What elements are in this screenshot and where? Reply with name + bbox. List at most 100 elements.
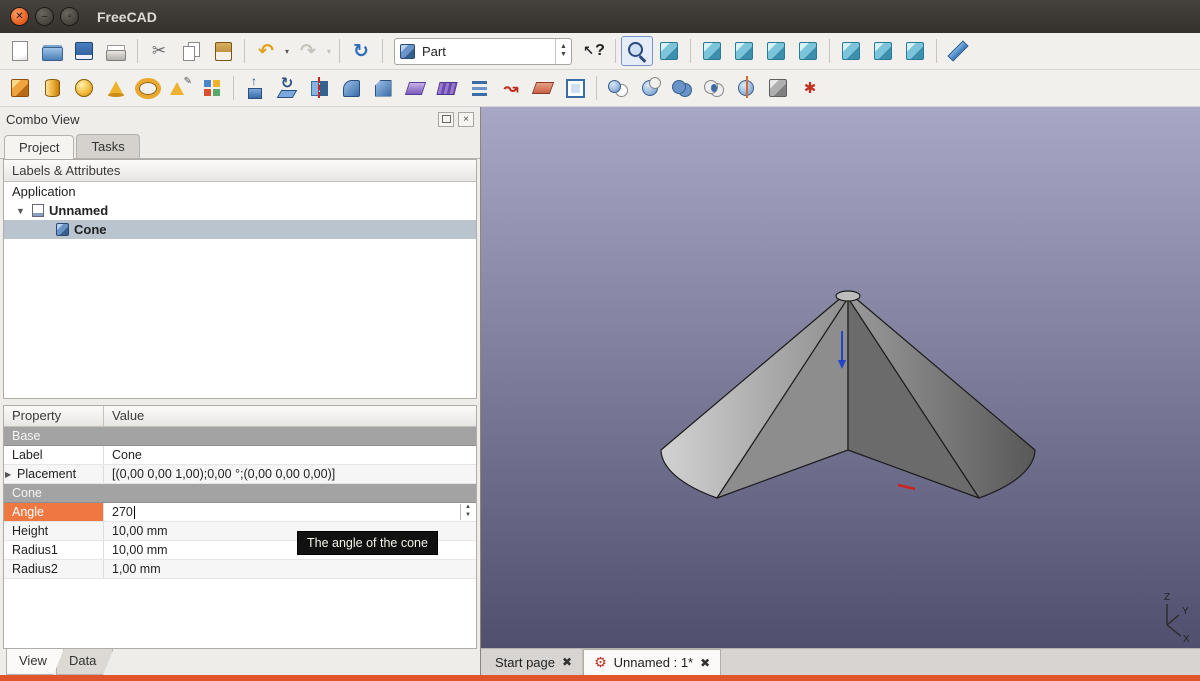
tree-item-application[interactable]: Application [4, 182, 476, 201]
window-maximize-button[interactable]: ▫ [60, 7, 79, 26]
cone-icon[interactable] [100, 73, 132, 103]
combo-view-panel: Combo View × Project Tasks Labels & Attr… [0, 107, 481, 675]
window-title: FreeCAD [97, 9, 157, 25]
combo-view-tabs: Project Tasks [0, 131, 480, 159]
cone-3d-model: Z Y X [481, 107, 1200, 648]
tree-item-unnamed[interactable]: Unnamed [4, 201, 476, 220]
property-row-angle[interactable]: Angle 270 ▲▼ [4, 503, 476, 522]
property-row-radius2[interactable]: Radius2 1,00 mm [4, 560, 476, 579]
property-row-placement[interactable]: Placement [(0,00 0,00 1,00);0,00 °;(0,00… [4, 465, 476, 484]
right-view-icon[interactable] [760, 36, 792, 66]
open-document-icon[interactable] [36, 36, 68, 66]
create-primitives-icon[interactable] [164, 73, 196, 103]
property-group-base[interactable]: Base [4, 427, 476, 446]
combo-view-title: Combo View [6, 112, 434, 127]
revolve-icon[interactable] [271, 73, 303, 103]
close-tab-icon[interactable] [562, 655, 572, 669]
ruled-surface-icon[interactable] [431, 73, 463, 103]
tab-start-page[interactable]: Start page [485, 649, 583, 675]
save-document-icon[interactable] [68, 36, 100, 66]
float-panel-icon[interactable] [438, 112, 454, 127]
freecad-window: ✕ – ▫ FreeCAD ▾ ▾ Part ▲▼ [0, 0, 1200, 681]
left-view-icon[interactable] [867, 36, 899, 66]
copy-icon[interactable] [175, 36, 207, 66]
tab-unnamed-document[interactable]: Unnamed : 1* [583, 649, 721, 675]
intersection-icon[interactable] [698, 73, 730, 103]
section-icon[interactable] [527, 73, 559, 103]
column-value: Value [104, 406, 476, 426]
undo-dropdown-arrow[interactable]: ▾ [282, 36, 292, 66]
defeaturing-icon[interactable] [794, 73, 826, 103]
dimetric-view-icon[interactable] [899, 36, 931, 66]
tab-project[interactable]: Project [4, 135, 74, 159]
tab-data[interactable]: Data [56, 649, 113, 675]
make-face-icon[interactable] [399, 73, 431, 103]
property-view-tabs: View Data [0, 649, 480, 675]
extrude-icon[interactable] [239, 73, 271, 103]
titlebar: ✕ – ▫ FreeCAD [0, 0, 1200, 33]
cut-boolean-icon[interactable] [634, 73, 666, 103]
3d-viewport[interactable]: Z Y X [481, 107, 1200, 648]
shape-builder-icon[interactable] [196, 73, 228, 103]
workbench-selector-spinner[interactable]: ▲▼ [555, 39, 571, 64]
placement-expander-icon[interactable] [5, 470, 11, 479]
new-document-icon[interactable] [4, 36, 36, 66]
cut-icon[interactable] [143, 36, 175, 66]
window-close-button[interactable]: ✕ [10, 7, 29, 26]
compound-icon[interactable] [762, 73, 794, 103]
workbench-selector-value: Part [415, 44, 555, 59]
axonometric-view-icon[interactable] [653, 36, 685, 66]
undo-icon[interactable] [250, 36, 282, 66]
fit-all-icon[interactable] [621, 36, 653, 66]
mirror-icon[interactable] [303, 73, 335, 103]
loft-icon[interactable] [463, 73, 495, 103]
tab-view[interactable]: View [6, 649, 64, 675]
angle-spinner[interactable]: ▲▼ [460, 504, 475, 520]
redo-dropdown-arrow[interactable]: ▾ [324, 36, 334, 66]
chamfer-icon[interactable] [367, 73, 399, 103]
separator [244, 39, 245, 63]
close-tab-icon[interactable] [700, 656, 710, 670]
paste-icon[interactable] [207, 36, 239, 66]
tooltip: The angle of the cone [297, 531, 438, 555]
bottom-view-icon[interactable] [835, 36, 867, 66]
separator [382, 39, 383, 63]
separator [339, 39, 340, 63]
freecad-document-icon [594, 654, 607, 671]
property-editor: Property Value Base Label Cone Placement… [3, 405, 477, 649]
measure-distance-icon[interactable] [942, 36, 974, 66]
axis-label-x: X [1183, 634, 1190, 645]
offset-icon[interactable] [559, 73, 591, 103]
section-cut-icon[interactable] [730, 73, 762, 103]
box-icon[interactable] [4, 73, 36, 103]
close-panel-icon[interactable]: × [458, 112, 474, 127]
cylinder-icon[interactable] [36, 73, 68, 103]
sphere-icon[interactable] [68, 73, 100, 103]
rear-view-icon[interactable] [792, 36, 824, 66]
document-icon [32, 204, 44, 217]
sweep-icon[interactable] [495, 73, 527, 103]
torus-icon[interactable] [132, 73, 164, 103]
tab-tasks[interactable]: Tasks [76, 134, 139, 158]
fillet-icon[interactable] [335, 73, 367, 103]
workbench-selector[interactable]: Part ▲▼ [394, 38, 572, 65]
tree-item-cone[interactable]: Cone [4, 220, 476, 239]
separator [137, 39, 138, 63]
combo-view-header: Combo View × [0, 107, 480, 131]
property-row-label[interactable]: Label Cone [4, 446, 476, 465]
part-workbench-icon [400, 44, 415, 59]
print-icon[interactable] [100, 36, 132, 66]
angle-value-input[interactable]: 270 ▲▼ [104, 503, 476, 521]
expander-icon[interactable] [16, 206, 26, 216]
property-group-cone[interactable]: Cone [4, 484, 476, 503]
redo-icon[interactable] [292, 36, 324, 66]
window-minimize-button[interactable]: – [35, 7, 54, 26]
front-view-icon[interactable] [696, 36, 728, 66]
top-view-icon[interactable] [728, 36, 760, 66]
text-caret [134, 506, 135, 519]
refresh-icon[interactable] [345, 36, 377, 66]
whats-this-icon[interactable] [578, 36, 610, 66]
main-area: Combo View × Project Tasks Labels & Attr… [0, 107, 1200, 675]
boolean-icon[interactable] [602, 73, 634, 103]
union-icon[interactable] [666, 73, 698, 103]
